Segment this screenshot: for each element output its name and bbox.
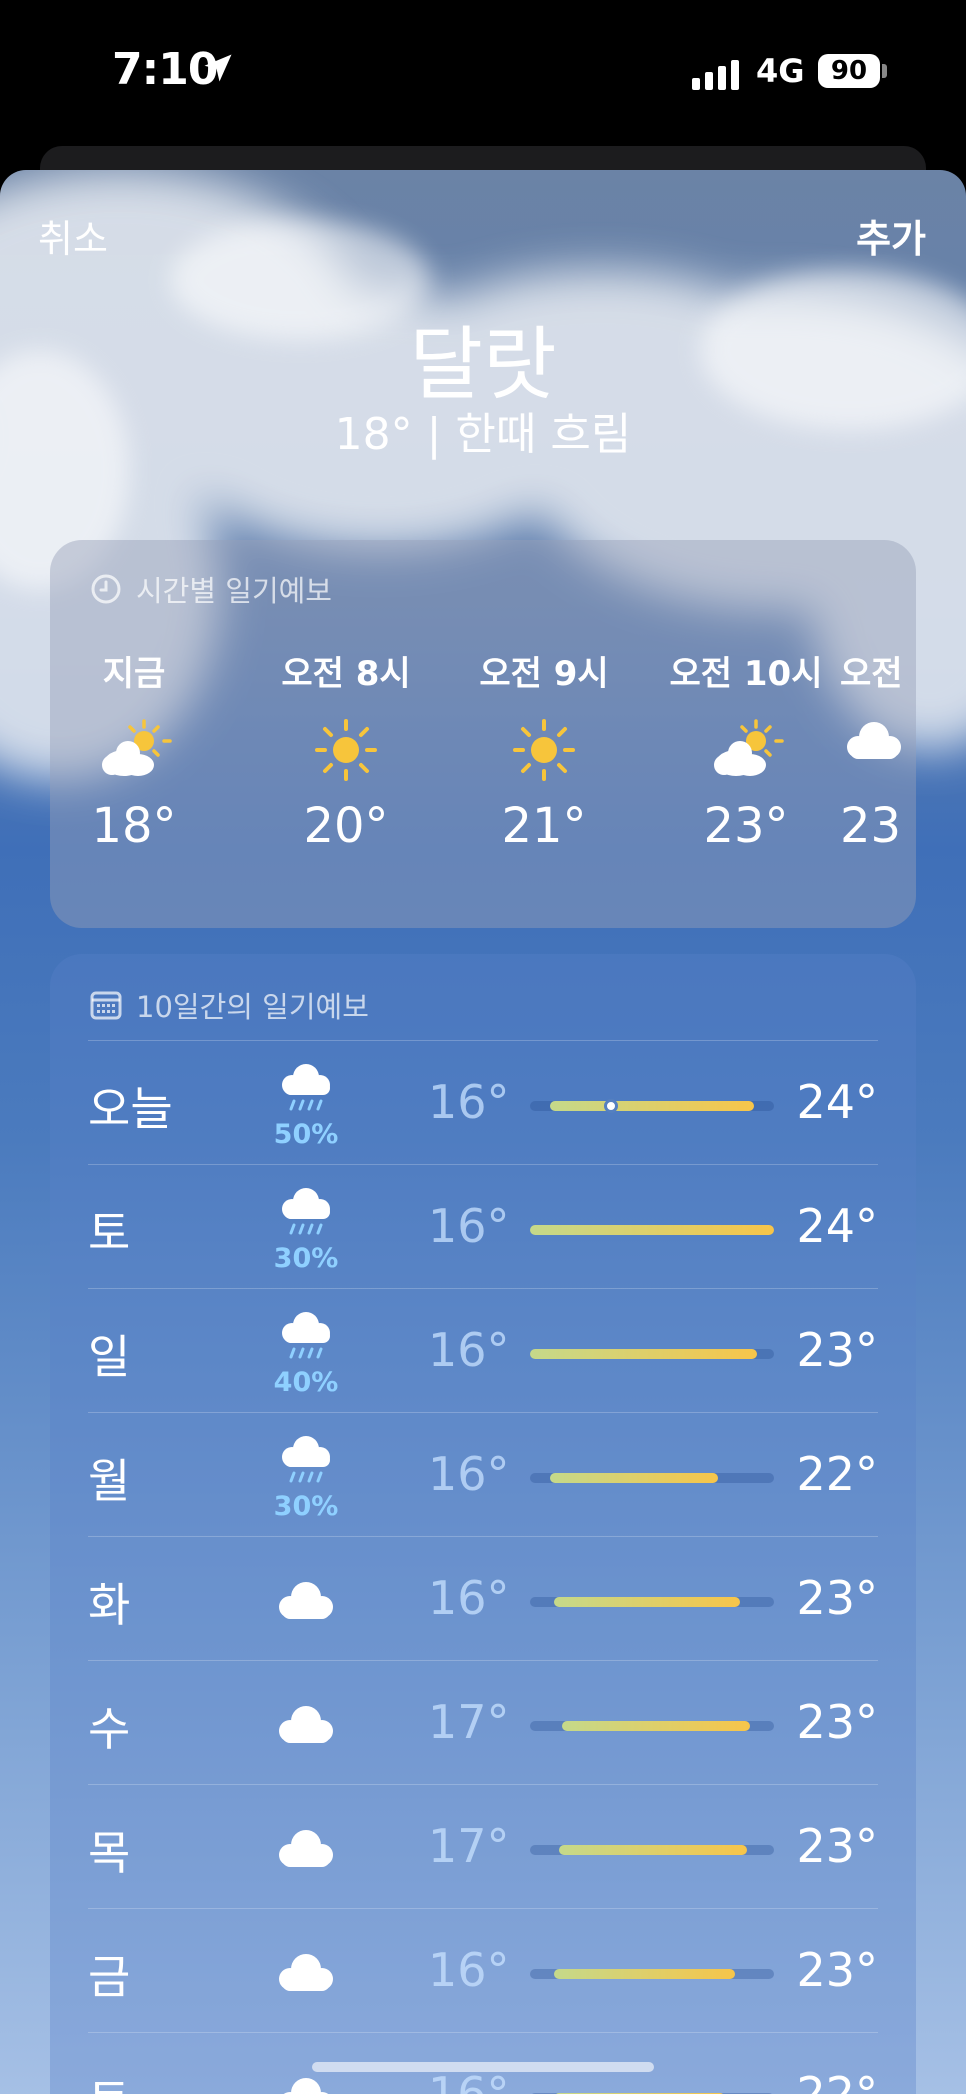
temperature-range-bar (530, 1349, 774, 1359)
rain-icon (270, 1431, 340, 1487)
precipitation-chance: 30% (273, 1491, 339, 1522)
temperature-range-fill (554, 1597, 740, 1607)
temperature-range-fill (554, 1969, 735, 1979)
hour-label: 오전 9시 (479, 654, 609, 694)
hour-temperature: 18° (91, 798, 177, 854)
network-type: 4G (756, 52, 805, 90)
temperature-range-fill (530, 1225, 774, 1235)
location-arrow-icon (204, 54, 232, 82)
day-name: 수 (88, 1702, 131, 1756)
daily-row[interactable]: 월 30% 16° 22° (88, 1412, 878, 1536)
low-temperature: 16° (428, 1075, 510, 1129)
high-temperature: 23° (796, 1943, 878, 1997)
hour-temperature: 23 (840, 798, 902, 854)
temperature-range-fill (561, 1721, 750, 1731)
weather-preview-sheet: 취소 추가 달랏 18° | 한때 흐림 시간별 일기예보 지금 18° 오전 8시… (0, 170, 966, 2094)
sun-icon (504, 715, 584, 785)
ten-day-forecast-title: 10일간의 일기예보 (136, 990, 369, 1024)
battery-tip (882, 64, 887, 78)
temperature-range-bar (530, 1473, 774, 1483)
cloud-icon (270, 1575, 340, 1631)
low-temperature: 16° (428, 1571, 510, 1625)
day-name: 토 (88, 1206, 131, 1260)
day-name: 일 (88, 1330, 131, 1384)
low-temperature: 17° (428, 1819, 510, 1873)
daily-row[interactable]: 목 17° 23° (88, 1784, 878, 1908)
home-indicator[interactable] (312, 2062, 654, 2072)
current-conditions: 18° | 한때 흐림 (334, 409, 632, 460)
calendar-icon (90, 991, 122, 1020)
temperature-range-bar (530, 1225, 774, 1235)
battery-icon: 90 (818, 54, 880, 88)
day-name: 금 (88, 1950, 131, 2004)
high-temperature: 23° (796, 1819, 878, 1873)
daily-row[interactable]: 일 40% 16° 23° (88, 1288, 878, 1412)
cloud-icon (838, 715, 916, 785)
day-name: 오늘 (88, 1082, 173, 1136)
hour-temperature: 21° (501, 798, 587, 854)
daily-row[interactable]: 금 16° 23° (88, 1908, 878, 2032)
precipitation-chance: 40% (273, 1367, 339, 1398)
day-name: 목 (88, 1826, 131, 1880)
hourly-forecast-card[interactable]: 시간별 일기예보 지금 18° 오전 8시 20° 오전 9시 21° 오전 10시 23° 오… (50, 540, 916, 928)
precipitation-chance: 50% (273, 1119, 339, 1150)
hourly-forecast-title: 시간별 일기예보 (136, 574, 332, 608)
temperature-range-fill (559, 1845, 748, 1855)
high-temperature: 22° (796, 1447, 878, 1501)
cancel-button[interactable]: 취소 (38, 208, 108, 263)
high-temperature: 24° (796, 1199, 878, 1253)
hour-label: 오전 8시 (281, 654, 411, 694)
clock-icon (91, 574, 121, 604)
rain-icon (270, 1059, 340, 1115)
temperature-range-bar (530, 1099, 774, 1113)
daily-row[interactable]: 수 17° 23° (88, 1660, 878, 1784)
ten-day-forecast-header: 10일간의 일기예보 (90, 984, 369, 1026)
current-temperature-dot (603, 1099, 618, 1113)
hour-temperature: 20° (303, 798, 389, 854)
cloud-icon (270, 1823, 340, 1879)
temperature-range-bar (530, 1721, 774, 1731)
low-temperature: 16° (428, 1943, 510, 1997)
cloud-icon (270, 1947, 340, 2003)
low-temperature: 17° (428, 1695, 510, 1749)
hour-label: 오전 (840, 654, 903, 694)
high-temperature: 23° (796, 1323, 878, 1377)
partly-sunny-icon (706, 715, 786, 785)
sun-icon (306, 715, 386, 785)
hour-temperature: 23° (703, 798, 789, 854)
hourly-forecast-header: 시간별 일기예보 (90, 568, 332, 610)
ten-day-forecast-card[interactable]: 10일간의 일기예보 오늘 50% 16° 24° 토 30% 16° 24° 일 40% 16° 2… (50, 954, 916, 2094)
temperature-range-bar (530, 1845, 774, 1855)
partly-sunny-icon (94, 715, 174, 785)
low-temperature: 16° (428, 1199, 510, 1253)
hour-label: 오전 10시 (669, 654, 823, 694)
cellular-signal-icon (692, 56, 739, 90)
rain-icon (270, 1307, 340, 1363)
daily-row[interactable]: 토 30% 16° 24° (88, 1164, 878, 1288)
add-button[interactable]: 추가 (856, 208, 926, 263)
high-temperature: 22° (796, 2067, 878, 2094)
low-temperature: 16° (428, 1447, 510, 1501)
high-temperature: 23° (796, 1571, 878, 1625)
day-name: 월 (88, 1454, 131, 1508)
temperature-range-fill (530, 1349, 757, 1359)
high-temperature: 23° (796, 1695, 878, 1749)
cloud-icon (270, 1699, 340, 1755)
temperature-range-bar (530, 1597, 774, 1607)
low-temperature: 16° (428, 1323, 510, 1377)
day-name: 화 (88, 1578, 131, 1632)
status-bar: 7:10 4G 90 (0, 0, 966, 140)
cloud-icon (270, 2071, 340, 2094)
temperature-range-fill (549, 1473, 718, 1483)
temperature-range-bar (530, 1969, 774, 1979)
high-temperature: 24° (796, 1075, 878, 1129)
daily-row[interactable]: 오늘 50% 16° 24° (88, 1040, 878, 1164)
temperature-range-fill (549, 1101, 755, 1111)
daily-row[interactable]: 화 16° 23° (88, 1536, 878, 1660)
hour-label: 지금 (102, 654, 166, 694)
day-name: 토 (88, 2065, 130, 2094)
precipitation-chance: 30% (273, 1243, 339, 1274)
rain-icon (270, 1183, 340, 1239)
